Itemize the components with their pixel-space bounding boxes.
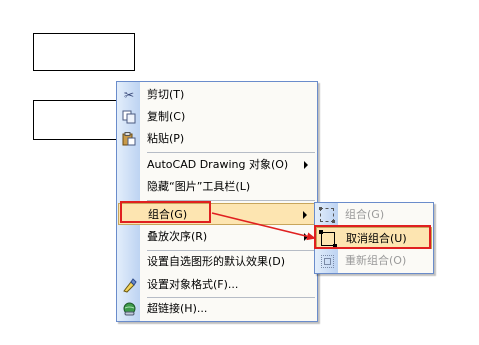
submenu-arrow-icon [303, 211, 307, 219]
menu-item-label: 剪切(T) [147, 88, 185, 101]
format-object-icon [121, 277, 137, 293]
menu-item-label: AutoCAD Drawing 对象(O) [147, 158, 289, 171]
paste-icon [121, 131, 137, 147]
hyperlink-icon [121, 301, 137, 317]
menu-separator [147, 152, 315, 153]
menu-item-label: 粘贴(P) [147, 132, 185, 145]
group-icon [319, 207, 335, 223]
menu-item-hide-picture-toolbar[interactable]: 隐藏“图片”工具栏(L) [118, 176, 316, 198]
menu-item-set-default-autoshape[interactable]: 设置自选图形的默认效果(D) [118, 251, 316, 273]
menu-item-label: 重新组合(O) [345, 254, 407, 267]
menu-item-label: 超链接(H)... [147, 302, 208, 315]
menu-item-label: 隐藏“图片”工具栏(L) [147, 180, 251, 193]
menu-item-label: 设置自选图形的默认效果(D) [147, 255, 286, 268]
menu-item-copy[interactable]: 复制(C) [118, 106, 316, 128]
submenu-item-regroup[interactable]: 重新组合(O) [316, 250, 432, 272]
submenu-item-group[interactable]: 组合(G) [316, 204, 432, 226]
scissors-icon: ✂ [123, 88, 135, 102]
menu-item-order[interactable]: 叠放次序(R) [118, 226, 316, 248]
submenu-arrow-icon [304, 233, 308, 241]
submenu-arrow-icon [304, 161, 308, 169]
menu-item-autocad-object[interactable]: AutoCAD Drawing 对象(O) [118, 154, 316, 176]
menu-item-label: 设置对象格式(F)... [147, 278, 239, 291]
copy-icon [121, 109, 137, 125]
annotation-highlight-box-group [120, 201, 211, 223]
annotation-highlight-box-ungroup [314, 225, 431, 249]
menu-item-paste[interactable]: 粘贴(P) [118, 128, 316, 150]
menu-item-label: 叠放次序(R) [147, 230, 208, 243]
menu-item-label: 复制(C) [147, 110, 186, 123]
menu-item-format-object[interactable]: 设置对象格式(F)... [118, 274, 316, 296]
document-shape-rectangle-top[interactable] [33, 33, 135, 71]
menu-item-hyperlink[interactable]: 超链接(H)... [118, 298, 316, 320]
menu-item-cut[interactable]: ✂ 剪切(T) [118, 84, 316, 106]
regroup-icon [319, 253, 335, 269]
menu-item-label: 组合(G) [345, 208, 385, 221]
